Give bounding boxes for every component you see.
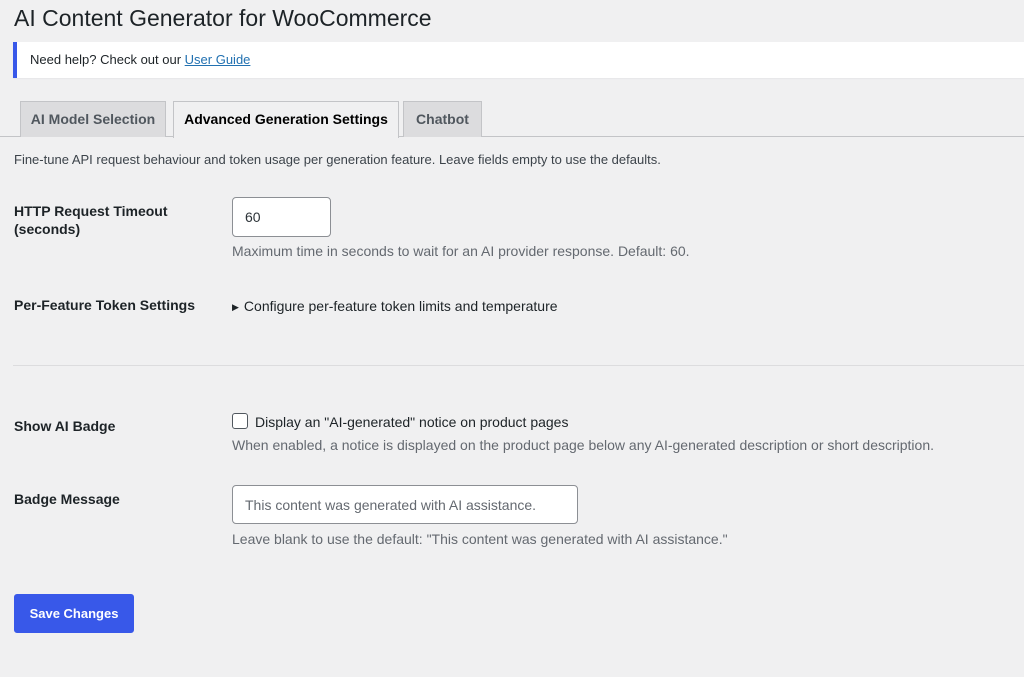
timeout-input[interactable] — [232, 197, 331, 237]
disclosure-triangle-icon: ▶ — [232, 302, 239, 312]
settings-tabs: AI Model Selection Advanced Generation S… — [0, 101, 1024, 138]
token-settings-label: Per-Feature Token Settings — [14, 297, 196, 313]
ai-badge-description: When enabled, a notice is displayed on t… — [232, 437, 934, 453]
badge-message-label: Badge Message — [14, 491, 120, 507]
tab-chatbot[interactable]: Chatbot — [403, 101, 482, 137]
token-settings-toggle[interactable]: ▶ Configure per-feature token limits and … — [232, 297, 558, 317]
timeout-label-line1: HTTP Request Timeout — [14, 203, 168, 219]
timeout-description: Maximum time in seconds to wait for an A… — [232, 243, 690, 259]
tab-advanced-generation-settings[interactable]: Advanced Generation Settings — [173, 101, 399, 138]
ai-badge-checkbox[interactable] — [232, 413, 248, 429]
badge-message-input[interactable] — [232, 485, 578, 524]
save-changes-button[interactable]: Save Changes — [14, 594, 134, 633]
timeout-label: HTTP Request Timeout (seconds) — [14, 202, 204, 238]
ai-badge-checkbox-label[interactable]: Display an "AI-generated" notice on prod… — [255, 413, 568, 431]
user-guide-link[interactable]: User Guide — [185, 52, 251, 67]
ai-badge-label: Show AI Badge — [14, 418, 116, 434]
tab-ai-model-selection[interactable]: AI Model Selection — [20, 101, 166, 137]
notice-text: Need help? Check out our — [30, 52, 185, 67]
help-notice: Need help? Check out our User Guide — [13, 42, 1024, 78]
section-description: Fine-tune API request behaviour and toke… — [14, 152, 661, 167]
badge-message-description: Leave blank to use the default: "This co… — [232, 531, 728, 547]
page-title: AI Content Generator for WooCommerce — [14, 5, 432, 31]
section-divider — [13, 365, 1024, 366]
token-settings-summary: Configure per-feature token limits and t… — [243, 298, 558, 314]
timeout-label-line2: (seconds) — [14, 221, 81, 237]
